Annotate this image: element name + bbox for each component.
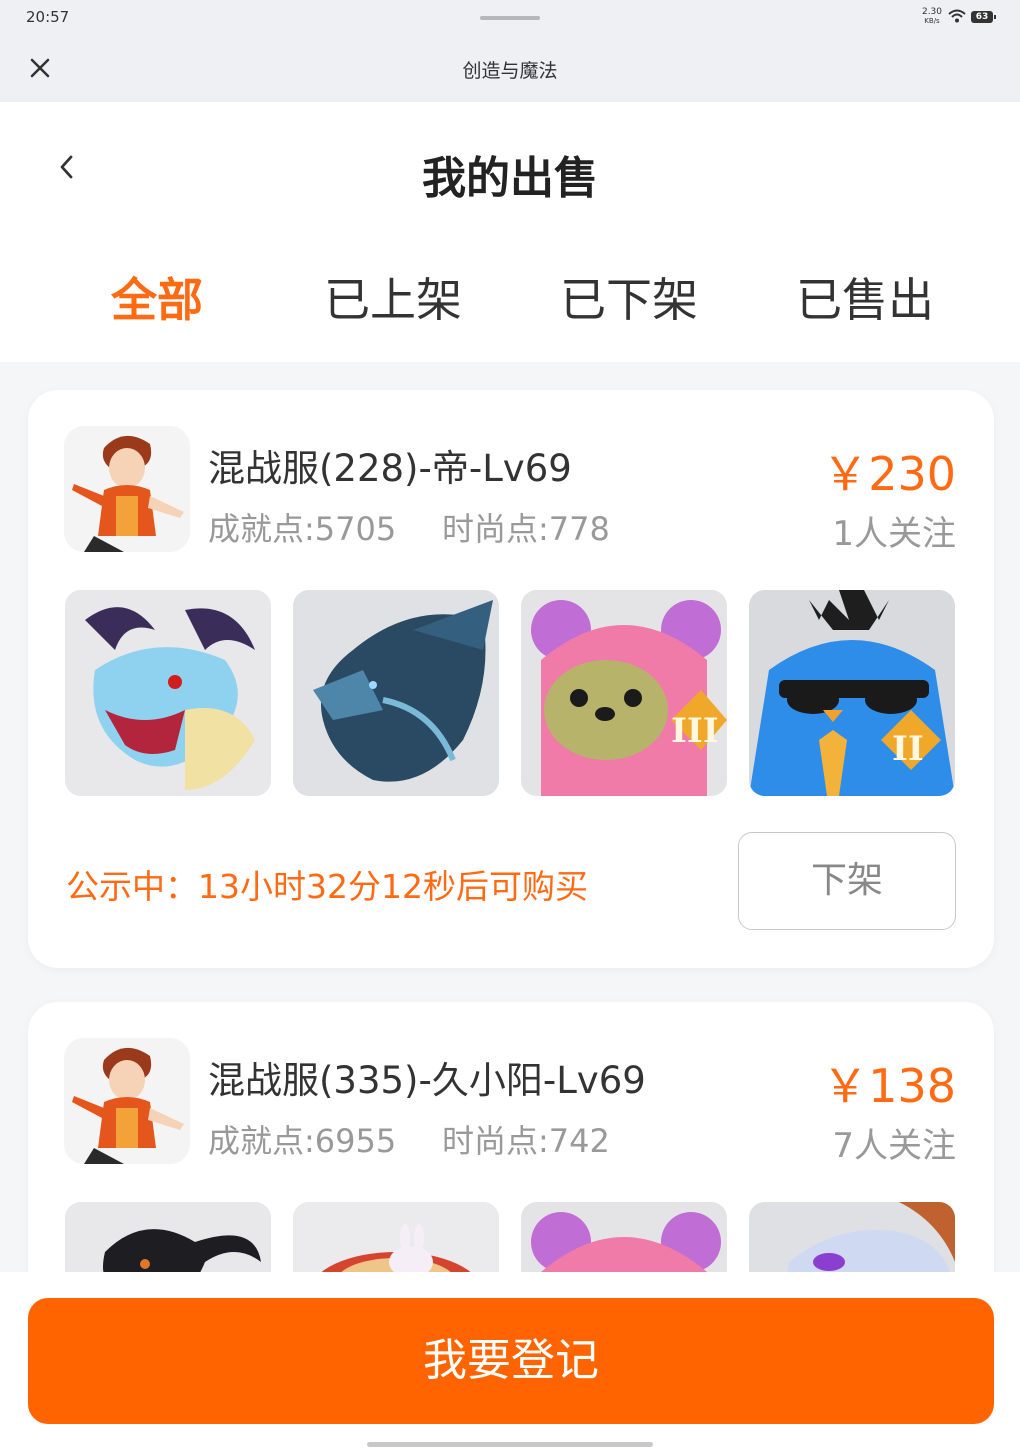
- fashion-points: 时尚点:742: [442, 1122, 610, 1160]
- register-button[interactable]: 我要登记: [28, 1298, 994, 1424]
- item-thumbnails: III II: [65, 590, 957, 796]
- character-avatar: [64, 426, 190, 552]
- listing-card[interactable]: 混战服(228)-帝-Lv69 成就点:5705 时尚点:778 ￥230 1人…: [28, 390, 994, 968]
- fashion-points: 时尚点:778: [442, 510, 610, 548]
- bottom-action-bar: 我要登记: [0, 1272, 1020, 1451]
- svg-text:III: III: [671, 711, 719, 751]
- network-speed-unit: KB/s: [924, 17, 940, 25]
- svg-text:II: II: [892, 729, 924, 769]
- listing-price: ￥230: [822, 447, 956, 501]
- public-notice: 公示中：13小时32分12秒后可购买: [66, 867, 588, 906]
- network-speed-value: 2.30: [921, 7, 943, 17]
- status-bar: 20:57 2.30 KB/s 63: [0, 0, 1020, 36]
- page-title: 我的出售: [422, 153, 598, 204]
- character-avatar: [64, 1038, 190, 1164]
- battery-icon: 63: [971, 11, 996, 23]
- follower-count: 7人关注: [832, 1126, 956, 1166]
- status-time: 20:57: [26, 8, 70, 26]
- app-title: 创造与魔法: [462, 60, 558, 82]
- follower-count: 1人关注: [832, 514, 956, 554]
- tab-all[interactable]: 全部: [37, 270, 277, 330]
- off-shelf-button[interactable]: 下架: [738, 832, 956, 930]
- wifi-icon: [948, 9, 966, 23]
- item-thumbnail[interactable]: II: [749, 590, 955, 796]
- window-handle[interactable]: [480, 16, 540, 20]
- tab-off-shelf[interactable]: 已下架: [509, 270, 749, 330]
- item-thumbnail[interactable]: III: [521, 590, 727, 796]
- filter-tabs: 全部 已上架 已下架 已售出: [0, 270, 1020, 330]
- tab-sold[interactable]: 已售出: [745, 270, 985, 330]
- achievement-points: 成就点:5705: [208, 510, 397, 548]
- achievement-points: 成就点:6955: [208, 1122, 397, 1160]
- listing-price: ￥138: [822, 1059, 956, 1113]
- network-speed: 2.30 KB/s: [921, 8, 943, 26]
- page-header: 我的出售 全部 已上架 已下架 已售出: [0, 102, 1020, 362]
- listing-title: 混战服(335)-久小阳-Lv69: [208, 1059, 646, 1102]
- app-title-bar: 创造与魔法: [0, 36, 1020, 102]
- home-indicator[interactable]: [367, 1442, 653, 1447]
- item-thumbnail[interactable]: [293, 590, 499, 796]
- item-thumbnail[interactable]: [65, 590, 271, 796]
- listing-title: 混战服(228)-帝-Lv69: [208, 447, 572, 490]
- tab-on-shelf[interactable]: 已上架: [273, 270, 513, 330]
